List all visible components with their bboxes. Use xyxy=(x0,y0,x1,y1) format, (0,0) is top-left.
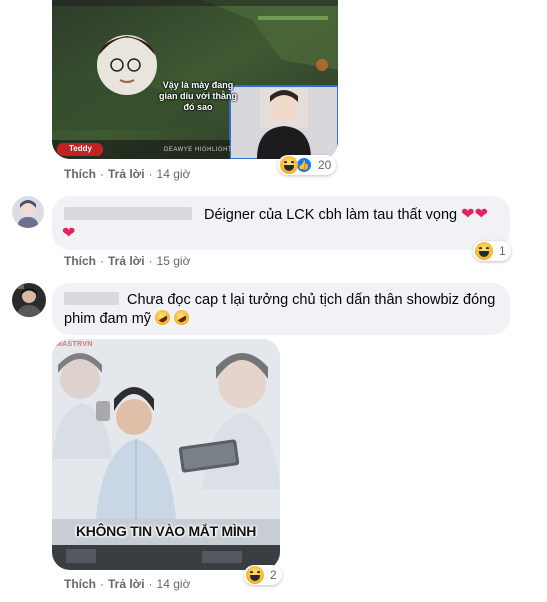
timestamp[interactable]: 14 giờ xyxy=(157,167,191,181)
comment-1-actions: Thích · Trả lời · 14 giờ xyxy=(64,167,190,181)
heart-emoji-icon: ❤ xyxy=(62,225,76,242)
author-name-redacted[interactable] xyxy=(64,207,192,220)
reaction-count: 1 xyxy=(499,244,506,258)
comment-text-line-1: Chưa đọc cap t lại tưởng chủ tịch dấn th… xyxy=(127,292,496,308)
comment-2-bubble: Déigner của LCK cbh làm tau thất vọng ❤❤… xyxy=(52,196,510,250)
avatar[interactable] xyxy=(12,196,44,228)
reply-link[interactable]: Trả lời xyxy=(108,167,145,181)
haha-reaction-icon xyxy=(280,156,298,174)
comment-3-image[interactable]: MASTRVN KHÔNG TIN VÀO MẮT MÌNH xyxy=(52,339,280,570)
comment-3-bubble: Chưa đọc cap t lại tưởng chủ tịch dấn th… xyxy=(52,283,510,335)
separator-dot: · xyxy=(100,167,104,181)
comment-2-actions: Thích · Trả lời · 15 giờ xyxy=(64,254,190,268)
comment-text: Déigner của LCK cbh làm tau thất vọng xyxy=(204,207,458,223)
comment-1-reactions[interactable]: 👍 20 xyxy=(278,155,337,175)
separator-dot: · xyxy=(148,254,153,268)
meme-caption: KHÔNG TIN VÀO MẮT MÌNH xyxy=(75,523,257,539)
comment-1-image[interactable]: Vậy là mày đang gian díu với thằng đó sa… xyxy=(52,0,338,159)
separator-dot: · xyxy=(148,167,153,181)
comment-text-line-2: phim đam mỹ xyxy=(64,311,152,327)
heart-emoji-icon: ❤ xyxy=(461,206,475,223)
timestamp[interactable]: 15 giờ xyxy=(157,254,191,268)
avatar[interactable] xyxy=(12,283,46,317)
like-link[interactable]: Thích xyxy=(64,577,96,591)
avatar-image xyxy=(12,196,44,228)
reply-link[interactable]: Trả lời xyxy=(108,254,145,268)
streamer-tag: Teddy xyxy=(69,144,92,153)
like-link[interactable]: Thích xyxy=(64,254,96,268)
rofl-emoji-icon xyxy=(171,307,192,328)
comment-3-actions: Thích · Trả lời · 14 giờ xyxy=(64,577,190,591)
author-name-redacted[interactable] xyxy=(64,292,119,305)
timestamp[interactable]: 14 giờ xyxy=(157,577,191,591)
comment-3-reactions[interactable]: 2 xyxy=(244,565,282,585)
overlay-text: DEAWYE HIGHLIGHT xyxy=(164,147,233,153)
reaction-count: 20 xyxy=(318,158,332,172)
rofl-emoji-icon xyxy=(152,307,173,328)
comment-2-reactions[interactable]: 1 xyxy=(473,241,511,261)
watermark: MASTRVN xyxy=(56,341,93,348)
like-link[interactable]: Thích xyxy=(64,167,96,181)
haha-reaction-icon xyxy=(475,242,493,260)
heart-emoji-icon: ❤ xyxy=(474,206,488,223)
reaction-count: 2 xyxy=(270,568,277,582)
caption-line-1: Vậy là mày đang xyxy=(162,80,234,90)
stream-caption: Vậy là mày đang gian díu với thằng đó sa… xyxy=(155,80,241,113)
reply-link[interactable]: Trả lời xyxy=(108,577,145,591)
haha-reaction-icon xyxy=(246,566,264,584)
separator-dot: · xyxy=(100,577,104,591)
caption-line-2: gian díu với thằng đó sao xyxy=(159,91,237,112)
avatar-image xyxy=(12,283,46,317)
separator-dot: · xyxy=(100,254,104,268)
separator-dot: · xyxy=(148,577,153,591)
